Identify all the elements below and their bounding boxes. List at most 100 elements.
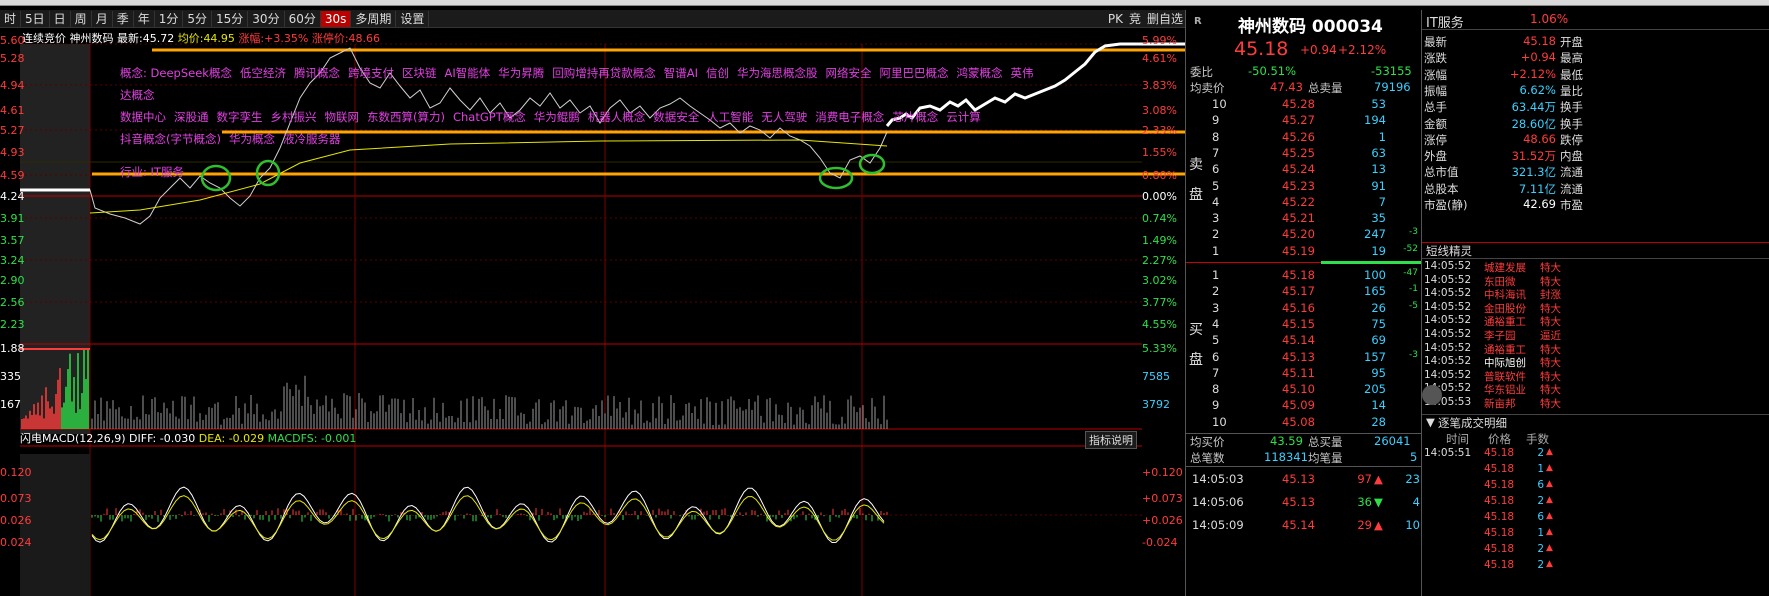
concept-tag[interactable]: 乡村振兴 [271,110,317,124]
macd-tick: 0.026 [0,514,32,527]
concept-tag[interactable]: 华为海思概念股 [737,66,818,80]
concept-tag[interactable]: 抖音概念(字节概念) [120,132,221,146]
book-row[interactable]: 9 45.09 14 [1186,398,1421,414]
book-row[interactable]: 6 45.24 13 [1186,162,1421,178]
period-button[interactable]: 日 [50,10,71,27]
period-button[interactable]: 30s [320,10,352,27]
avg-buy-label: 均买价 [1190,435,1225,449]
concept-tag[interactable]: 华为昇腾 [498,66,544,80]
concept-tag[interactable]: 概念: DeepSeek概念 [120,66,232,80]
stat-key: 总股本 [1424,181,1459,196]
period-button[interactable]: 60分 [285,10,321,27]
intraday-chart[interactable]: 连续竞价 神州数码 最新:45.72 均价:44.95 涨幅:+3.35% 涨停… [0,28,1185,596]
period-button[interactable]: 设置 [396,10,430,27]
concept-tag[interactable]: 网络安全 [825,66,871,80]
book-price: 45.17 [1282,284,1315,299]
book-row[interactable]: 3 45.21 35 [1186,211,1421,227]
concept-tag[interactable]: 云计算 [946,110,981,124]
period-button[interactable]: 周 [71,10,92,27]
macd-info-bar: 闪电MACD(12,26,9) DIFF: -0.030 DEA: -0.029… [20,430,1142,445]
tick-count: 23 [1405,472,1420,486]
toolbar-right-button[interactable]: 删自选 [1147,10,1183,28]
period-button[interactable]: 时 [0,10,22,27]
concept-tag[interactable]: 回购增持再贷款概念 [552,66,656,80]
stat-row: 总市值 321.3亿 流通 [1422,164,1769,180]
concept-tag[interactable]: AI智能体 [444,66,490,80]
sector-row[interactable]: IT服务 1.06% [1422,12,1769,31]
stat-key: 总手 [1424,100,1447,115]
book-row[interactable]: 7 45.11 95 [1186,366,1421,382]
concept-tag[interactable]: 腾讯概念 [294,66,340,80]
concept-tag[interactable]: 无人驾驶 [761,110,807,124]
stat-row: 市盈(静) 42.69 市盈 [1422,197,1769,213]
concept-tag[interactable]: 机器人概念 [588,110,646,124]
book-row[interactable]: 6 45.13 157 -3 [1186,350,1421,366]
detail-count: 1 [1537,527,1544,539]
concept-tag[interactable]: 鸿蒙概念 [956,66,1002,80]
indicator-help-button[interactable]: 指标说明 [1085,431,1137,449]
concept-tag[interactable]: 华为鲲鹏 [534,110,580,124]
stat-key-2: 最高 [1560,51,1583,66]
book-row[interactable]: 1 45.18 100 -47 [1186,268,1421,284]
detail-header[interactable]: ▼ 逐笔成交明细 [1422,414,1769,431]
book-row[interactable]: 4 45.22 7 [1186,195,1421,211]
scroll-circle-icon[interactable] [1422,385,1442,405]
period-button[interactable]: 1分 [155,10,184,27]
concept-tag[interactable]: ChatGPT概念 [453,110,526,124]
period-button[interactable]: 年 [134,10,155,27]
concept-tag[interactable]: 深股通 [174,110,209,124]
arrow-up-icon: ▲ [1374,472,1383,486]
concept-tag[interactable]: 华为概念 [229,132,275,146]
book-row[interactable]: 5 45.23 91 [1186,179,1421,195]
concept-tag[interactable]: 物联网 [325,110,360,124]
pct-tick: 3.02% [1142,274,1177,287]
period-button[interactable]: 5分 [183,10,213,27]
period-button[interactable]: 季 [113,10,134,27]
concept-tag[interactable]: 液冷服务器 [283,132,341,146]
concept-tag[interactable]: 跨境支付 [348,66,394,80]
book-row[interactable]: 9 45.27 194 [1186,113,1421,129]
quote-change: +0.94 [1300,43,1337,57]
elf-time: 14:05:52 [1424,314,1472,327]
book-row[interactable]: 4 45.15 75 [1186,317,1421,333]
elf-time: 14:05:52 [1424,273,1472,286]
concept-tag[interactable]: 东数西算(算力) [367,110,445,124]
period-button[interactable]: 多周期 [351,10,397,27]
pct-tick: 3.77% [1142,296,1177,309]
book-row[interactable]: 7 45.25 63 [1186,146,1421,162]
book-row[interactable]: 2 45.17 165 -1 [1186,284,1421,300]
book-row[interactable]: 1 45.19 19 -52 [1186,244,1421,260]
concept-tag[interactable]: 区块链 [402,66,437,80]
stat-key-2: 量比 [1560,83,1583,98]
concept-tag[interactable]: 人工智能 [707,110,753,124]
book-row[interactable]: 5 45.14 69 [1186,333,1421,349]
book-row[interactable]: 10 45.28 53 [1186,97,1421,113]
period-button[interactable]: 月 [92,10,113,27]
concept-tag[interactable]: 低空经济 [240,66,286,80]
period-button[interactable]: 30分 [248,10,285,27]
concept-tag[interactable]: 阿里巴巴概念 [879,66,948,80]
period-button[interactable]: 5日 [21,10,50,27]
concept-tag[interactable]: 数据安全 [653,110,699,124]
elf-row[interactable]: 14:05:53 新亩邦 特大 [1422,396,1769,412]
book-row[interactable]: 8 45.10 205 [1186,382,1421,398]
pct-tick: 7585 [1142,370,1170,383]
concept-tag[interactable]: 信创 [706,66,729,80]
book-row[interactable]: 3 45.16 26 -5 [1186,301,1421,317]
r-badge: R [1194,16,1202,27]
pct-tick: 3792 [1142,398,1170,411]
total-trades-label: 总笔数 [1190,451,1225,465]
concept-tag[interactable]: 数字孪生 [217,110,263,124]
concept-tag[interactable]: 数据中心 [120,110,166,124]
detail-price: 45.18 [1484,543,1515,555]
pct-tick: 1.49% [1142,234,1177,247]
toolbar-right-button[interactable]: PK [1108,10,1123,28]
concept-tag[interactable]: 芯片概念 [892,110,938,124]
toolbar-right-button[interactable]: 竞 [1129,10,1141,28]
book-row[interactable]: 2 45.20 247 -3 [1186,227,1421,243]
book-row[interactable]: 10 45.08 28 [1186,415,1421,431]
book-row[interactable]: 8 45.26 1 [1186,130,1421,146]
concept-tag[interactable]: 消费电子概念 [815,110,884,124]
period-button[interactable]: 15分 [212,10,249,27]
concept-tag[interactable]: 智谱AI [664,66,698,80]
